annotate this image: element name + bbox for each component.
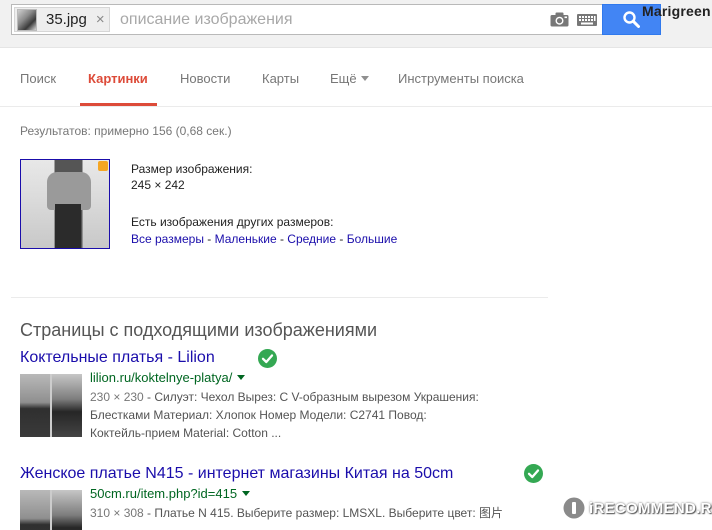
result-thumbnail[interactable]: [20, 374, 82, 437]
result-thumbnail[interactable]: [20, 490, 82, 530]
search-input[interactable]: [120, 8, 540, 32]
link-large[interactable]: Большие: [347, 232, 398, 246]
top-bar: 35.jpg × Marigreen: [0, 0, 712, 48]
username[interactable]: Marigreen: [642, 3, 711, 19]
snippet-line: 310 × 308 - Платье N 415. Выберите разме…: [90, 504, 540, 522]
query-image-thumbnail[interactable]: [20, 159, 110, 249]
separator: -: [203, 232, 215, 246]
keyboard-icon[interactable]: [577, 14, 597, 26]
section-divider: [11, 297, 548, 298]
snippet-line: Блестками Материал: Хлопок Номер Модели:…: [90, 408, 427, 422]
separator: -: [276, 232, 288, 246]
snippet-line: 230 × 230 - Силуэт: Чехол Вырез: С V-обр…: [90, 388, 540, 406]
active-tab-underline: [80, 103, 157, 106]
tab-maps[interactable]: Карты: [262, 71, 299, 86]
image-query-chip[interactable]: 35.jpg ×: [14, 7, 110, 32]
result-url[interactable]: 50cm.ru/item.php?id=415: [90, 486, 251, 501]
image-badge-icon: [98, 161, 108, 171]
chip-close-icon[interactable]: ×: [96, 11, 105, 28]
watermark-text: iRECOMMEND.RU: [589, 499, 712, 517]
separator: -: [336, 232, 347, 246]
chevron-down-icon[interactable]: [237, 375, 246, 380]
result-snippet: 310 × 308 - Платье N 415. Выберите разме…: [90, 504, 540, 522]
watermark: iRECOMMEND.RU: [563, 497, 712, 519]
link-medium[interactable]: Средние: [287, 232, 336, 246]
link-all-sizes[interactable]: Все размеры: [131, 232, 204, 246]
check-circle-icon: [258, 349, 277, 368]
snippet-text: - Силуэт: Чехол Вырез: С V-образным выре…: [143, 390, 479, 404]
query-image: [21, 160, 109, 248]
chevron-down-icon: [360, 76, 369, 81]
tab-news[interactable]: Новости: [180, 71, 230, 86]
result-dims: 310 × 308: [90, 506, 144, 520]
irecommend-logo-icon: [563, 497, 585, 519]
tab-more-label: Ещё: [330, 71, 357, 86]
result-url[interactable]: lilion.ru/koktelnye-platya/: [90, 370, 246, 385]
result-url-text: 50cm.ru/item.php?id=415: [90, 486, 238, 501]
chevron-down-icon[interactable]: [242, 491, 251, 496]
section-heading: Страницы с подходящими изображениями: [20, 320, 378, 340]
link-small[interactable]: Маленькие: [215, 232, 277, 246]
search-tabs: Поиск Картинки Новости Карты Ещё Инструм…: [0, 48, 712, 107]
result-stats: Результатов: примерно 156 (0,68 сек.): [20, 124, 232, 138]
search-icon: [623, 11, 640, 28]
image-size-value: 245 × 242: [131, 178, 185, 192]
chip-thumbnail: [17, 8, 37, 31]
size-links: Все размеры - Маленькие - Средние - Боль…: [131, 232, 397, 246]
camera-icon[interactable]: [550, 12, 569, 27]
result-title[interactable]: Женское платье N415 - интернет магазины …: [20, 465, 453, 483]
image-size-label: Размер изображения:: [131, 162, 253, 176]
result-snippet: 230 × 230 - Силуэт: Чехол Вырез: С V-обр…: [90, 388, 540, 442]
snippet-text: - Платье N 415. Выберите размер: LMSXL. …: [143, 506, 503, 520]
result-title[interactable]: Коктельные платья - Lilion: [20, 349, 215, 367]
result-url-text: lilion.ru/koktelnye-platya/: [90, 370, 233, 385]
check-circle-icon: [524, 464, 543, 483]
other-sizes-label: Есть изображения других размеров:: [131, 215, 334, 229]
snippet-line: Коктейль-прием Material: Cotton ...: [90, 426, 282, 440]
chip-filename: 35.jpg: [46, 11, 87, 28]
search-box[interactable]: 35.jpg ×: [11, 4, 602, 35]
result-dims: 230 × 230: [90, 390, 144, 404]
tab-images[interactable]: Картинки: [88, 71, 148, 86]
tab-search[interactable]: Поиск: [20, 71, 56, 86]
tab-search-tools[interactable]: Инструменты поиска: [398, 71, 524, 86]
tab-more[interactable]: Ещё: [330, 71, 369, 86]
